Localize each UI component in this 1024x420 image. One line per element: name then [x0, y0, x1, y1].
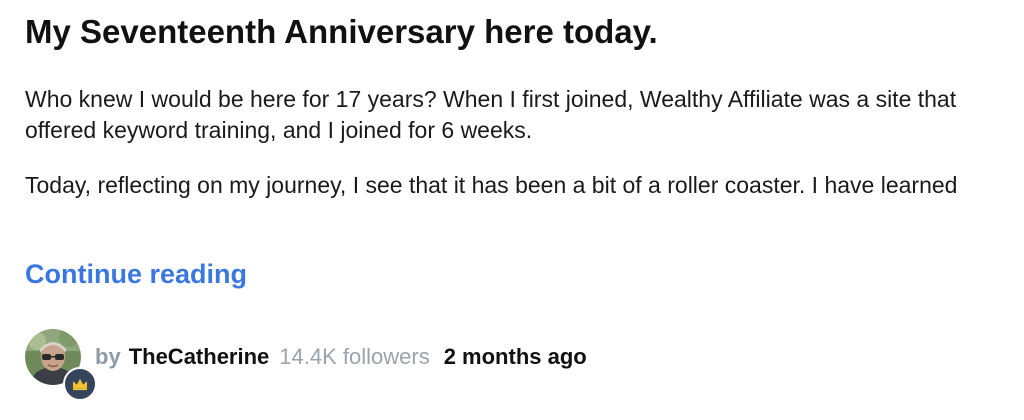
- follower-count: 14.4K followers: [279, 344, 430, 369]
- post-timestamp: 2 months ago: [443, 344, 587, 369]
- post-excerpt-paragraph: Today, reflecting on my journey, I see t…: [25, 172, 958, 198]
- by-label: by: [95, 344, 121, 369]
- post-title[interactable]: My Seventeenth Anniversary here today.: [25, 10, 658, 54]
- post-meta: by TheCatherine 14.4K followers 2 months…: [25, 322, 587, 401]
- crown-icon: [73, 378, 87, 391]
- continue-reading-link[interactable]: Continue reading: [25, 256, 247, 292]
- author-name-link[interactable]: TheCatherine: [129, 344, 270, 370]
- post-excerpt-paragraph: Who knew I would be here for 17 years? W…: [25, 86, 957, 143]
- author-avatar[interactable]: [25, 329, 97, 401]
- crown-badge: [63, 367, 97, 401]
